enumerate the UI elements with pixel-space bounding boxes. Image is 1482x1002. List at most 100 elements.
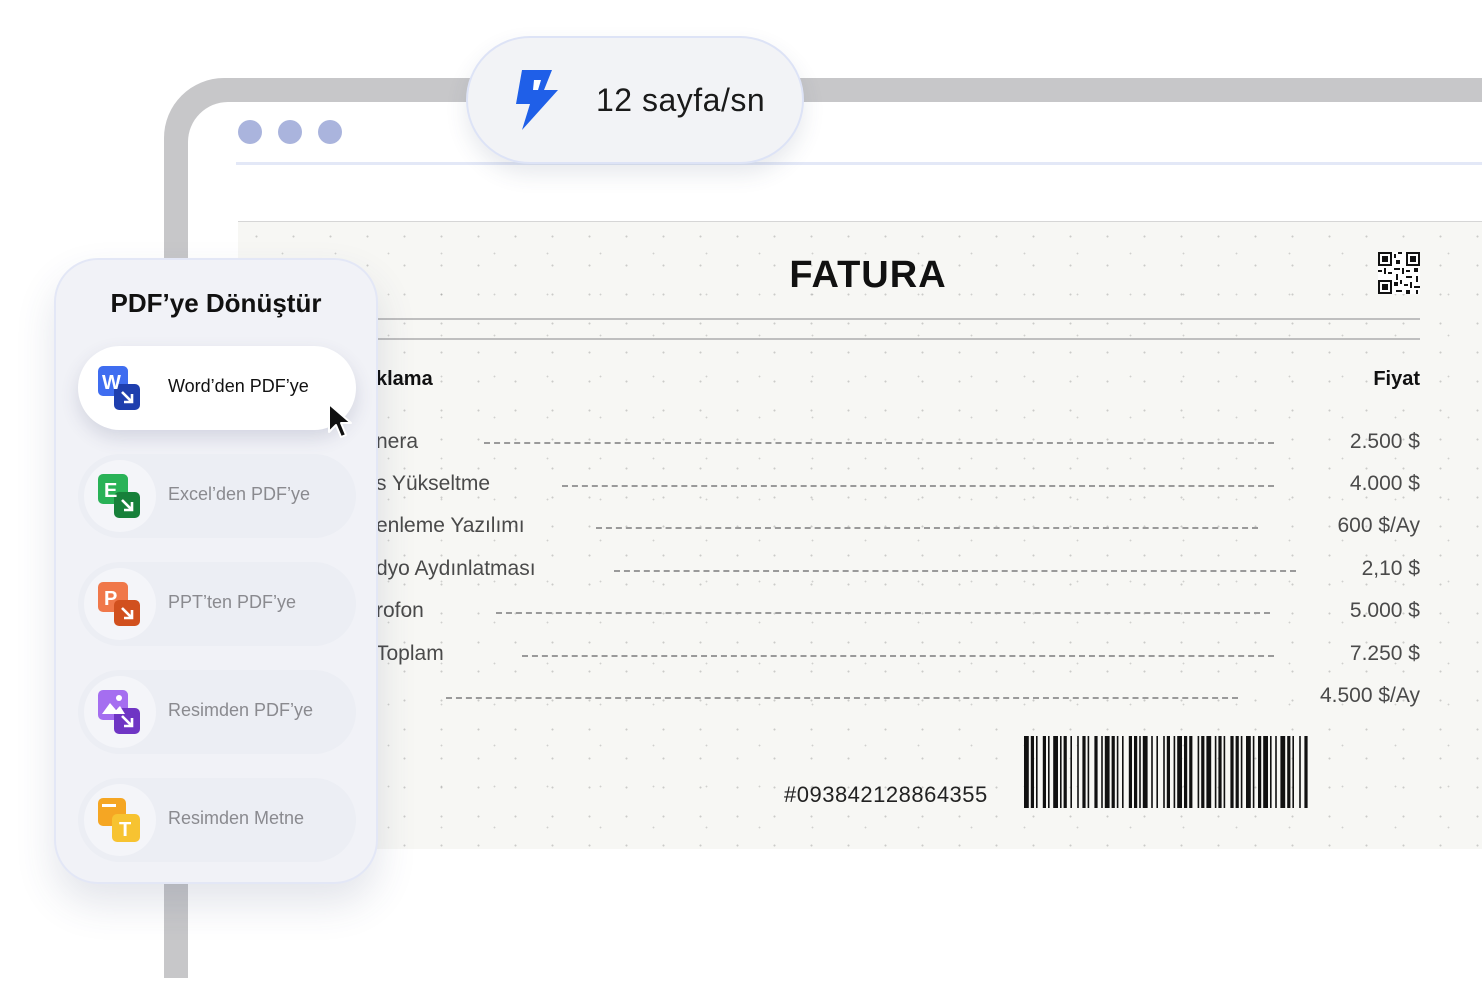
image-to-pdf-label: Resimden PDF’ye [168, 700, 314, 720]
image-to-text-icon: T [98, 798, 140, 842]
window-dot-1 [238, 120, 262, 144]
invoice-row-description: rofon [376, 599, 424, 622]
barcode-bar [1235, 736, 1239, 808]
barcode-bar [1111, 736, 1115, 808]
item-icon-wrap: P [84, 568, 156, 640]
word-to-pdf-label: Word’den PDF’ye [168, 376, 309, 396]
barcode-bar [1094, 736, 1098, 808]
invoice-row-leader [446, 697, 1238, 699]
invoice-row-description: dyo Aydınlatması [376, 557, 536, 580]
barcode-bar [1218, 736, 1222, 808]
word-to-pdf-button[interactable]: W Word’den PDF’ye [78, 346, 356, 430]
window-dot-3 [318, 120, 342, 144]
barcode-bar [1166, 736, 1170, 808]
invoice-row-price: 7.250 $ [1349, 642, 1420, 665]
invoice-row-price: 2.500 $ [1349, 430, 1420, 453]
barcode-bar [1122, 736, 1124, 808]
barcode-bar [1201, 736, 1205, 808]
invoice-row-leader [596, 527, 1258, 529]
title-divider-bottom [368, 338, 1420, 340]
image-to-text-button[interactable]: T Resimden Metne [78, 778, 356, 862]
barcode-bar [1082, 736, 1086, 808]
item-icon-wrap: E [84, 460, 156, 532]
barcode-bar [1184, 736, 1188, 808]
barcode-bar [1280, 736, 1286, 808]
invoice-document: FATURA klama Fiyat nera 2.500 $ s Yüksel… [238, 221, 1482, 849]
barcode-bar [1292, 736, 1294, 808]
barcode-bar [1173, 736, 1176, 808]
barcode-bar [1104, 736, 1110, 808]
invoice-number: #093842128864355 [784, 782, 988, 807]
ppt-to-pdf-icon: P [98, 582, 140, 626]
barcode-bar [1134, 736, 1138, 808]
barcode-bar [1223, 736, 1226, 808]
barcode-bar [1070, 736, 1072, 808]
barcode-bar [1246, 736, 1251, 808]
barcode-bar [1042, 736, 1046, 808]
barcode-bar [1214, 736, 1217, 808]
item-icon-wrap: T [84, 784, 156, 856]
invoice-row-description: enleme Yazılımı [376, 514, 525, 537]
barcode-bar [1053, 736, 1058, 808]
excel-to-pdf-button[interactable]: E Excel’den PDF’ye [78, 454, 356, 538]
speed-badge: 12 sayfa/sn [466, 36, 804, 164]
barcode-bar [1287, 736, 1291, 808]
invoice-row-price: 2,10 $ [1361, 557, 1420, 580]
barcode-bar [1163, 736, 1165, 808]
invoice-row-leader [614, 570, 1296, 572]
qr-code-icon [1378, 252, 1420, 294]
image-to-pdf-button[interactable]: Resimden PDF’ye [78, 670, 356, 754]
invoice-row-description: Toplam [376, 642, 444, 665]
svg-text:E: E [104, 480, 117, 502]
barcode-bar [1116, 736, 1119, 808]
svg-text:W: W [102, 372, 121, 394]
barcode-bar [1206, 736, 1212, 808]
barcode-bar [1128, 736, 1132, 808]
invoice-row-leader [522, 655, 1274, 657]
barcode-bar [1177, 736, 1182, 808]
column-header-price: Fiyat [1373, 368, 1420, 390]
panel-title: PDF’ye Dönüştür [110, 288, 322, 318]
invoice-row-price: 600 $/Ay [1337, 514, 1420, 537]
invoice-row-leader [562, 485, 1274, 487]
barcode-bar [1048, 736, 1050, 808]
invoice-row-price: 4.000 $ [1349, 472, 1420, 495]
barcode-bar [1030, 736, 1034, 808]
lightning-bolt-icon [516, 70, 558, 130]
column-header-description: klama [376, 368, 433, 390]
window-dot-2 [278, 120, 302, 144]
invoice-row-price: 4.500 $/Ay [1319, 684, 1420, 707]
item-icon-wrap: W [84, 352, 156, 424]
invoice-row-leader [496, 612, 1270, 614]
barcode-bar [1024, 736, 1029, 808]
barcode-bar [1139, 736, 1141, 808]
ppt-to-pdf-button[interactable]: P PPT’ten PDF’ye [78, 562, 356, 646]
barcode-bar [1101, 736, 1103, 808]
invoice-title: FATURA [789, 254, 947, 296]
barcode-bar [1252, 736, 1255, 808]
barcode-bar [1275, 736, 1277, 808]
barcode-bar [1230, 736, 1234, 808]
invoice-row-leader [484, 442, 1274, 444]
word-to-pdf-icon: W [98, 366, 140, 410]
address-bar-divider [236, 162, 1482, 165]
barcode-bar [1036, 736, 1038, 808]
barcode-bar [1299, 736, 1301, 808]
barcode-bar [1197, 736, 1200, 808]
image-to-pdf-icon [98, 690, 140, 734]
barcode-icon [1024, 736, 1308, 808]
barcode-bar [1263, 736, 1268, 808]
svg-text:P: P [104, 588, 117, 610]
barcode-bar [1151, 736, 1153, 808]
barcode-bar [1063, 736, 1067, 808]
excel-to-pdf-label: Excel’den PDF’ye [168, 484, 311, 504]
ppt-to-pdf-label: PPT’ten PDF’ye [168, 592, 297, 612]
mouse-cursor-icon [328, 403, 352, 438]
barcode-bar [1142, 736, 1148, 808]
converter-panel: PDF’ye Dönüştür W Word’den PDF’ye E Exce… [54, 258, 378, 884]
invoice-row-description: s Yükseltme [376, 472, 490, 495]
barcode-bar [1258, 736, 1262, 808]
barcode-bar [1156, 736, 1158, 808]
excel-to-pdf-icon: E [98, 474, 140, 518]
barcode-bar [1240, 736, 1243, 808]
